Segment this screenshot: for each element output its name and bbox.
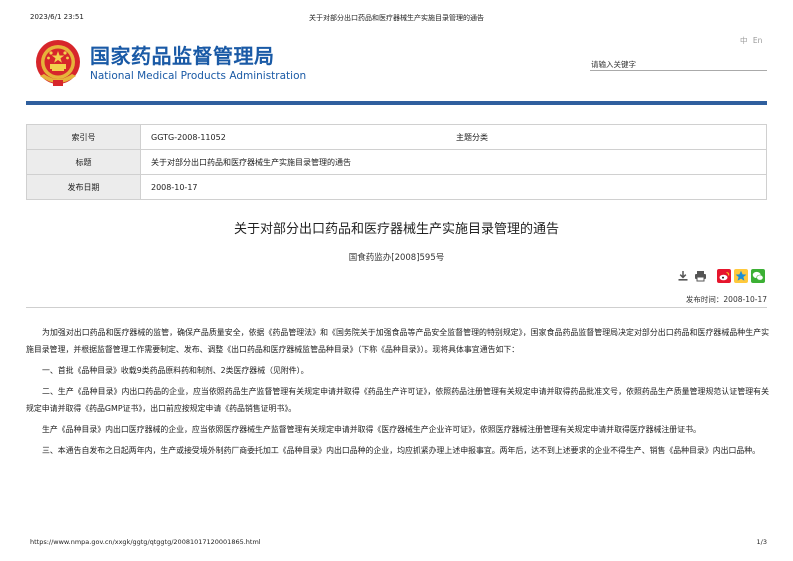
- site-name-en[interactable]: National Medical Products Administration: [90, 70, 306, 82]
- document-number: 国食药监办[2008]595号: [348, 253, 445, 263]
- meta-row-date: 发布日期 2008-10-17: [27, 175, 766, 199]
- category-label: 主题分类: [456, 132, 488, 142]
- title-value: 关于对部分出口药品和医疗器械生产实施目录管理的通告: [151, 157, 351, 167]
- lang-en-link[interactable]: En: [753, 36, 763, 45]
- print-page-number: 1/3: [756, 538, 767, 546]
- weibo-icon[interactable]: [717, 269, 731, 283]
- article-body: 为加强对出口药品和医疗器械的监管，确保产品质量安全，依据《药品管理法》和《国务院…: [26, 324, 769, 463]
- paragraph: 为加强对出口药品和医疗器械的监管，确保产品质量安全，依据《药品管理法》和《国务院…: [26, 328, 769, 354]
- article-tools: [676, 269, 765, 283]
- print-header-title: 关于对部分出口药品和医疗器械生产实施目录管理的通告: [309, 14, 484, 22]
- index-value: GGTG-2008-11052: [151, 132, 226, 142]
- title-label: 标题: [27, 150, 141, 174]
- national-emblem-icon[interactable]: [30, 36, 86, 92]
- print-icon[interactable]: [693, 269, 707, 283]
- publish-time: 发布时间：2008-10-17: [685, 295, 767, 304]
- index-label: 索引号: [27, 125, 141, 149]
- paragraph: 生产《品种目录》内出口医疗器械的企业，应当依照医疗器械生产监督管理有关规定申请并…: [42, 425, 701, 434]
- header-divider: [26, 101, 767, 105]
- search-box: [590, 52, 767, 74]
- date-label: 发布日期: [27, 175, 141, 199]
- paragraph: 二、生产《品种目录》内出口药品的企业，应当依照药品生产监督管理有关规定申请并取得…: [26, 387, 769, 413]
- search-input[interactable]: [590, 55, 767, 74]
- meta-row-index: 索引号 GGTG-2008-11052 主题分类: [27, 125, 766, 150]
- date-value: 2008-10-17: [151, 182, 198, 192]
- lang-zh-link[interactable]: 中: [740, 36, 748, 45]
- qzone-icon[interactable]: [734, 269, 748, 283]
- paragraph: 一、首批《品种目录》收载9类药品原料药和制剂、2类医疗器械（见附件）。: [42, 366, 309, 375]
- language-switch: 中 En: [737, 35, 762, 46]
- paragraph: 三、本通告自发布之日起两年内，生产或接受境外制药厂商委托加工《品种目录》内出口品…: [42, 446, 761, 455]
- download-icon[interactable]: [676, 269, 690, 283]
- metadata-table: 索引号 GGTG-2008-11052 主题分类 标题 关于对部分出口药品和医疗…: [26, 124, 767, 200]
- print-footer-url: https://www.nmpa.gov.cn/xxgk/ggtg/qtggtg…: [30, 538, 261, 546]
- site-name-cn[interactable]: 国家药品监督管理局: [90, 40, 275, 69]
- content-divider: [26, 307, 767, 308]
- meta-row-title: 标题 关于对部分出口药品和医疗器械生产实施目录管理的通告: [27, 150, 766, 175]
- article-title: 关于对部分出口药品和医疗器械生产实施目录管理的通告: [233, 222, 559, 237]
- wechat-icon[interactable]: [751, 269, 765, 283]
